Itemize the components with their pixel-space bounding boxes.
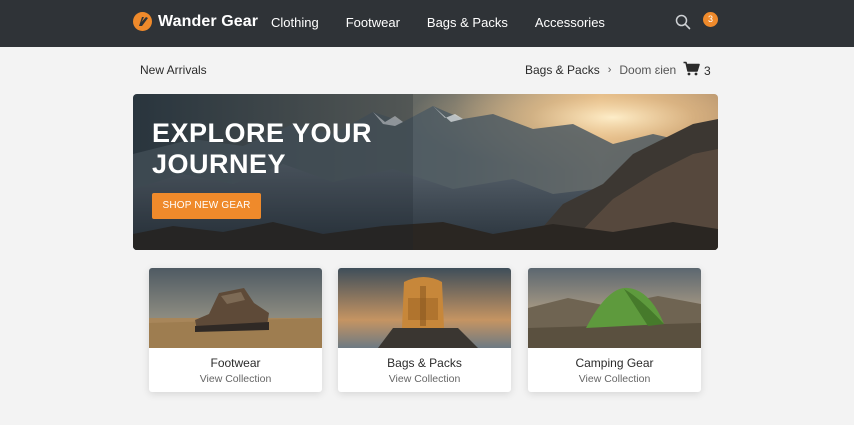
nav-link-footwear[interactable]: Footwear	[346, 15, 400, 30]
view-collection-link[interactable]: View Collection	[149, 373, 322, 385]
hero-title-line-1: EXPLORE YOUR	[152, 118, 373, 148]
breadcrumb-separator: ›	[607, 64, 612, 76]
category-card-camping-gear[interactable]: Camping Gear View Collection	[528, 268, 701, 392]
compass-logo-icon	[133, 12, 152, 31]
hero-banner: EXPLORE YOUR JOURNEY SHOP NEW GEAR	[133, 94, 718, 250]
notification-badge[interactable]: 3	[703, 12, 718, 27]
view-collection-link[interactable]: View Collection	[528, 373, 701, 385]
tent-image	[528, 268, 701, 348]
card-title: Bags & Packs	[387, 356, 462, 370]
category-card-bags-packs[interactable]: Bags & Packs View Collection	[338, 268, 511, 392]
breadcrumb: Bags & Packs › Doom ɛien	[525, 63, 676, 77]
search-icon[interactable]	[674, 13, 692, 31]
cart-count: 3	[704, 64, 711, 78]
card-title: Footwear	[210, 356, 261, 370]
hiking-boot-image	[149, 268, 322, 348]
backpack-image	[338, 268, 511, 348]
cart-button[interactable]: 3	[683, 61, 711, 81]
brand-name: Wander Gear	[158, 12, 259, 30]
breadcrumb-parent[interactable]: Bags & Packs	[525, 63, 600, 77]
hero-title: EXPLORE YOUR JOURNEY	[152, 118, 372, 180]
top-navbar: Wander Gear Clothing Footwear Bags & Pac…	[0, 0, 854, 47]
card-title: Camping Gear	[575, 356, 654, 370]
breadcrumb-current: Doom ɛien	[619, 63, 677, 77]
main-nav: Clothing Footwear Bags & Packs Accessori…	[271, 15, 632, 30]
sub-header: New Arrivals Bags & Packs › Doom ɛien 3	[0, 47, 854, 93]
shop-new-gear-button[interactable]: SHOP NEW GEAR	[152, 193, 261, 219]
cart-icon	[683, 61, 700, 81]
nav-link-clothing[interactable]: Clothing	[271, 15, 319, 30]
category-card-footwear[interactable]: Footwear View Collection	[149, 268, 322, 392]
hero-title-line-2: JOURNEY	[152, 149, 287, 179]
nav-link-bags-packs[interactable]: Bags & Packs	[427, 15, 508, 30]
brand-logo[interactable]: Wander Gear	[133, 12, 258, 31]
nav-link-accessories[interactable]: Accessories	[535, 15, 605, 30]
new-arrivals-link[interactable]: New Arrivals	[140, 63, 207, 77]
view-collection-link[interactable]: View Collection	[338, 373, 511, 385]
